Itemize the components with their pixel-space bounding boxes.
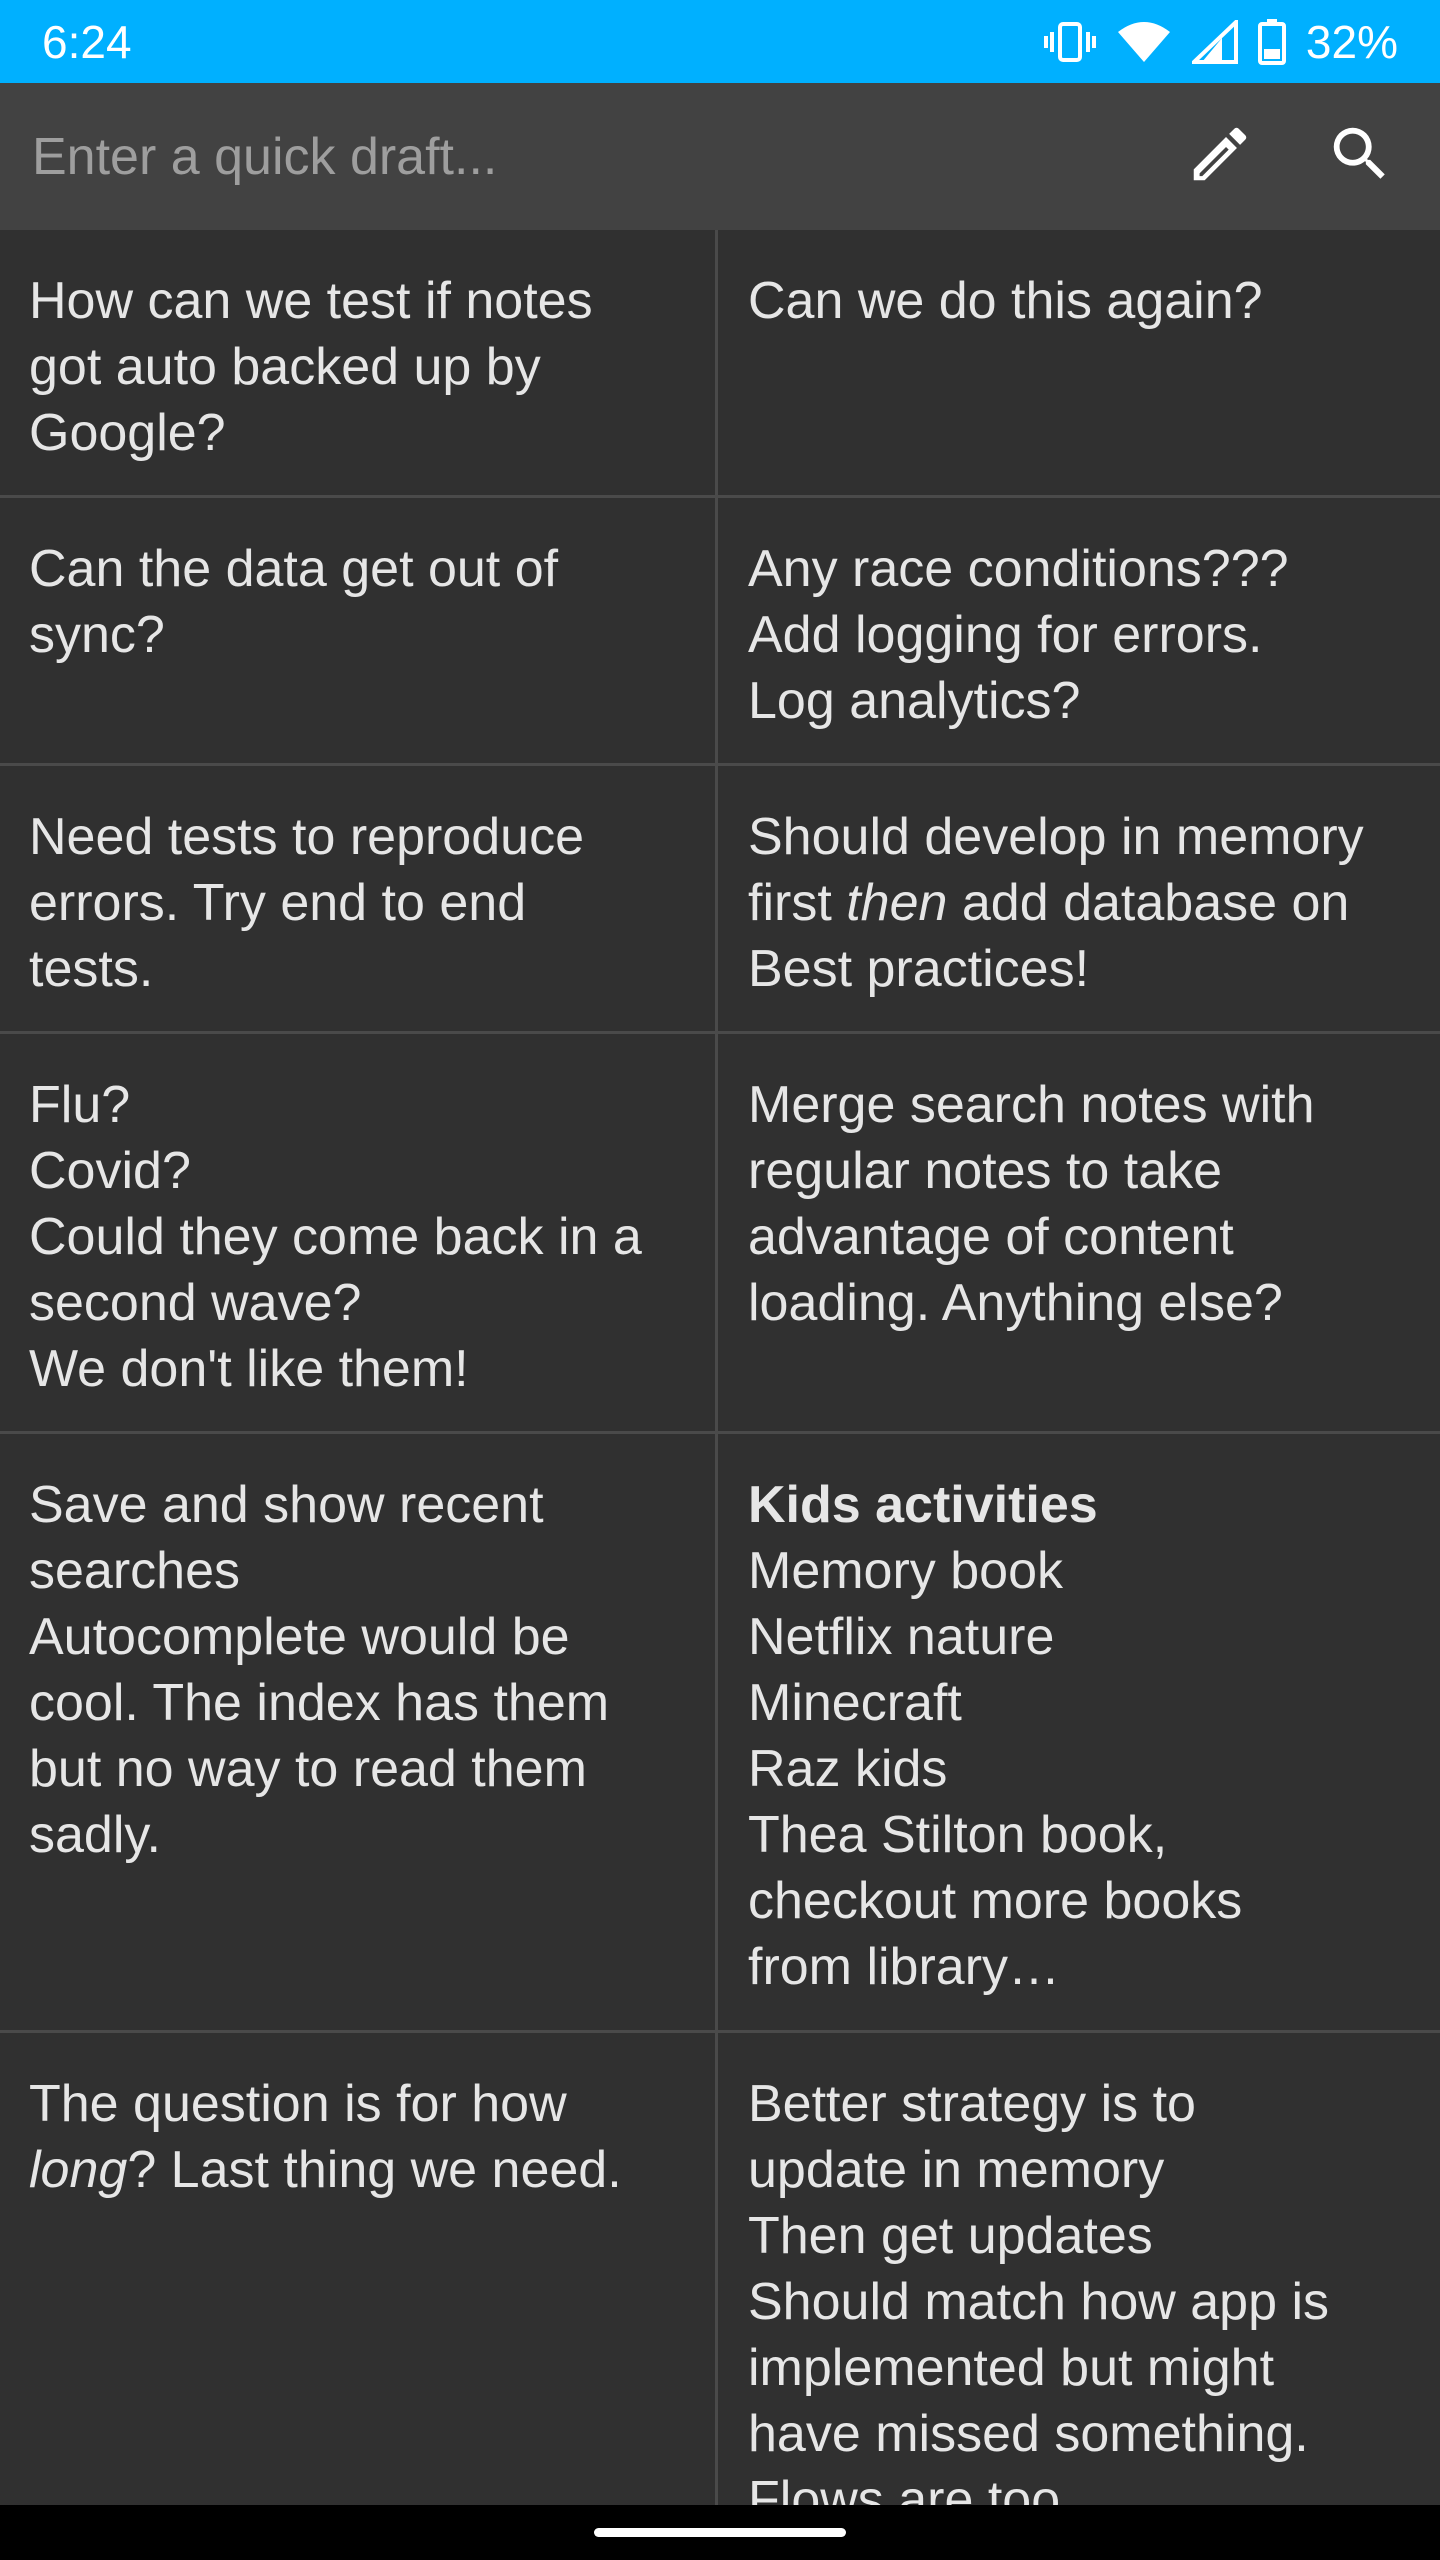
- notes-row: Can the data get out of sync? Any race c…: [0, 498, 1440, 766]
- navigation-bar: [0, 2505, 1440, 2560]
- note-line: Memory book: [748, 1542, 1063, 1600]
- note-line: Flows are too: [748, 2471, 1061, 2505]
- quick-draft-bar: [0, 83, 1440, 230]
- note-line: cool. The index has them: [29, 1674, 610, 1732]
- note-line: but no way to read them: [29, 1740, 587, 1798]
- notes-grid: How can we test if notes got auto backed…: [0, 230, 1440, 2505]
- note-line: We don't like them!: [29, 1340, 469, 1398]
- note-line: Autocomplete would be: [29, 1608, 570, 1666]
- note-line: Google?: [29, 404, 226, 462]
- notes-row: Flu? Covid? Could they come back in a se…: [0, 1034, 1440, 1434]
- note-line: long? Last thing we need.: [29, 2137, 687, 2203]
- home-gesture-handle[interactable]: [594, 2528, 846, 2537]
- note-line: Log analytics?: [748, 672, 1081, 730]
- note-line: How can we test if notes: [29, 272, 593, 330]
- note-line: Any race conditions???: [748, 540, 1289, 598]
- note-line: update in memory: [748, 2141, 1165, 2199]
- note-line: Better strategy is to: [748, 2075, 1196, 2133]
- note-line: Minecraft: [748, 1674, 962, 1732]
- note-line: Flu?: [29, 1076, 131, 1134]
- note-italic-text: long: [29, 2141, 128, 2199]
- note-card[interactable]: Can the data get out of sync?: [0, 498, 718, 763]
- note-title: Kids activities: [748, 1476, 1098, 1534]
- note-card[interactable]: The question is for how long? Last thing…: [0, 2033, 718, 2505]
- note-line: loading. Anything else?: [748, 1274, 1283, 1332]
- note-line: Add logging for errors.: [748, 606, 1263, 664]
- wifi-icon: [1116, 20, 1172, 64]
- note-italic-text: then: [846, 874, 948, 932]
- note-text: ? Last thing we need.: [127, 2141, 622, 2199]
- notes-row: The question is for how long? Last thing…: [0, 2033, 1440, 2505]
- note-line: second wave?: [29, 1274, 362, 1332]
- note-line: advantage of content: [748, 1208, 1234, 1266]
- note-line: Raz kids: [748, 1740, 948, 1798]
- note-line: from library…: [748, 1938, 1061, 1996]
- status-icons: 32%: [1043, 15, 1398, 69]
- note-line: Can we do this again?: [748, 272, 1263, 330]
- note-line: Save and show recent: [29, 1476, 544, 1534]
- note-card[interactable]: Can we do this again?: [718, 230, 1440, 495]
- note-line: Can the data get out of: [29, 540, 559, 598]
- note-text: first: [748, 874, 847, 932]
- note-line: errors. Try end to end: [29, 874, 527, 932]
- note-line: Could they come back in a: [29, 1208, 642, 1266]
- note-card[interactable]: Any race conditions??? Add logging for e…: [718, 498, 1440, 763]
- pencil-icon: [1185, 119, 1255, 194]
- vibrate-icon: [1043, 20, 1096, 64]
- note-card[interactable]: Flu? Covid? Could they come back in a se…: [0, 1034, 718, 1431]
- status-bar: 6:24 32%: [0, 0, 1440, 83]
- search-button[interactable]: [1310, 107, 1410, 207]
- signal-icon: [1191, 19, 1238, 64]
- note-card[interactable]: Should develop in memory first then add …: [718, 766, 1440, 1031]
- note-line: Thea Stilton book,: [748, 1806, 1168, 1864]
- note-line: Should develop in memory: [748, 808, 1364, 866]
- note-card[interactable]: Save and show recent searches Autocomple…: [0, 1434, 718, 2030]
- note-text: add database on: [947, 874, 1350, 932]
- note-card[interactable]: How can we test if notes got auto backed…: [0, 230, 718, 495]
- note-line: have missed something.: [748, 2405, 1309, 2463]
- note-line: got auto backed up by: [29, 338, 541, 396]
- note-line: first then add database on: [748, 870, 1412, 936]
- note-line: Then get updates: [748, 2207, 1153, 2265]
- note-card[interactable]: Kids activities Memory book Netflix natu…: [718, 1434, 1440, 2030]
- note-line: Netflix nature: [748, 1608, 1055, 1666]
- notes-row: Save and show recent searches Autocomple…: [0, 1434, 1440, 2033]
- note-line: sadly.: [29, 1806, 161, 1864]
- search-icon: [1325, 119, 1395, 194]
- note-line: regular notes to take: [748, 1142, 1223, 1200]
- battery-percent: 32%: [1305, 15, 1398, 68]
- battery-icon: [1257, 18, 1286, 65]
- status-time: 6:24: [42, 15, 132, 68]
- note-line: sync?: [29, 606, 165, 664]
- note-card[interactable]: Better strategy is to update in memory T…: [718, 2033, 1440, 2505]
- note-line: Covid?: [29, 1142, 191, 1200]
- notes-row: Need tests to reproduce errors. Try end …: [0, 766, 1440, 1034]
- quick-draft-input[interactable]: [30, 105, 1130, 208]
- note-line: Best practices!: [748, 940, 1090, 998]
- note-line: The question is for how: [29, 2075, 567, 2133]
- note-line: implemented but might: [748, 2339, 1275, 2397]
- new-note-button[interactable]: [1170, 107, 1270, 207]
- note-card[interactable]: Merge search notes with regular notes to…: [718, 1034, 1440, 1431]
- note-line: tests.: [29, 940, 154, 998]
- note-line: Merge search notes with: [748, 1076, 1315, 1134]
- note-line: Need tests to reproduce: [29, 808, 584, 866]
- note-card[interactable]: Need tests to reproduce errors. Try end …: [0, 766, 718, 1031]
- note-line: Should match how app is: [748, 2273, 1330, 2331]
- note-line: searches: [29, 1542, 240, 1600]
- notes-row: How can we test if notes got auto backed…: [0, 230, 1440, 498]
- note-line: checkout more books: [748, 1872, 1243, 1930]
